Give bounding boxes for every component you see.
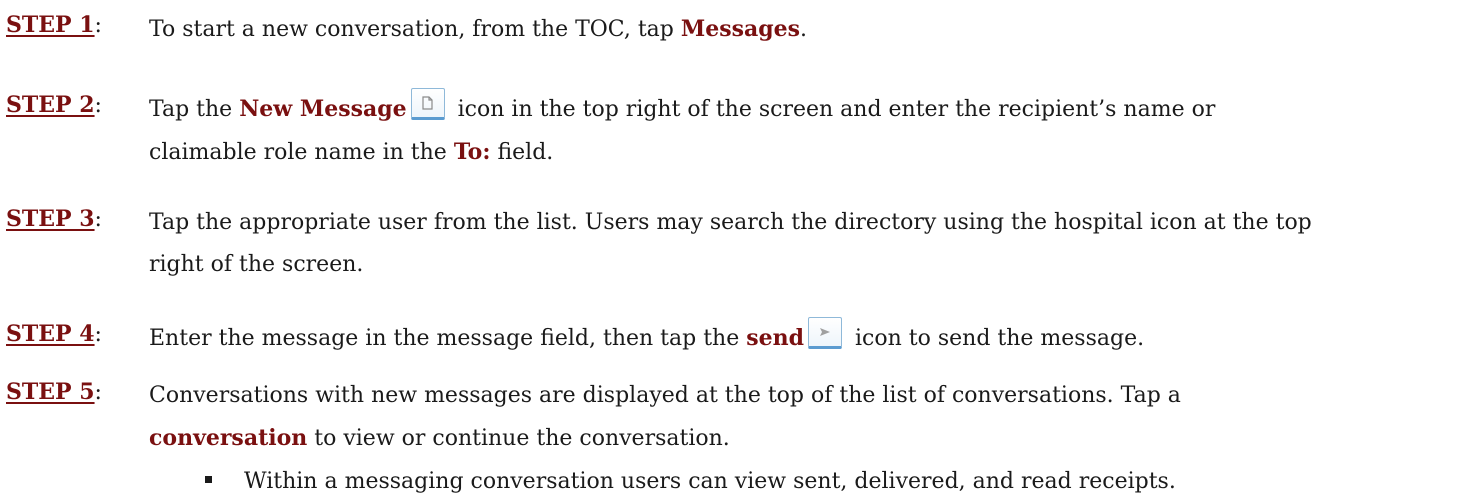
ui-term-messages: Messages xyxy=(680,16,801,42)
step-label: STEP 3: xyxy=(6,206,102,232)
text-run: to view or continue the conversation. xyxy=(307,426,730,451)
text-run: Enter the message in the message field, … xyxy=(149,326,747,351)
step-text: Tap the appropriate user from the list. … xyxy=(149,210,1312,277)
step-number: STEP 5 xyxy=(6,379,95,405)
ui-term-conversation: conversation xyxy=(149,425,308,451)
step-label: STEP 1: xyxy=(6,12,102,38)
bullet-square-icon xyxy=(205,476,212,483)
step-number: STEP 1 xyxy=(6,12,95,38)
text-run: Tap the xyxy=(149,97,240,122)
text-run: To start a new conversation, from the TO… xyxy=(149,17,681,42)
list-item: Within a messaging conversation users ca… xyxy=(205,465,1176,499)
text-run: field. xyxy=(490,140,554,165)
ui-term-to-field: To: xyxy=(453,139,491,165)
ui-term-send: send xyxy=(746,325,804,351)
instruction-document: STEP 1: To start a new conversation, fro… xyxy=(0,0,1460,499)
send-icon xyxy=(808,317,842,349)
text-run: Conversations with new messages are disp… xyxy=(149,383,1181,408)
step-text: Tap the New Message icon in the top righ… xyxy=(149,88,1329,174)
step-label: STEP 2: xyxy=(6,92,102,118)
step-number: STEP 4 xyxy=(6,321,95,347)
step-number: STEP 2 xyxy=(6,92,95,118)
new-message-icon xyxy=(410,88,445,120)
text-run: . xyxy=(800,17,808,42)
step-number: STEP 3 xyxy=(6,206,95,232)
step-text: Enter the message in the message field, … xyxy=(149,317,1329,360)
step-label: STEP 5: xyxy=(6,379,102,405)
step-label: STEP 4: xyxy=(6,321,102,347)
text-run: icon to send the message. xyxy=(848,326,1145,351)
step-text: To start a new conversation, from the TO… xyxy=(149,8,1329,51)
ui-term-new-message: New Message xyxy=(239,96,407,122)
step-text: Conversations with new messages are disp… xyxy=(149,375,1329,460)
bullet-text: Within a messaging conversation users ca… xyxy=(244,469,1176,494)
